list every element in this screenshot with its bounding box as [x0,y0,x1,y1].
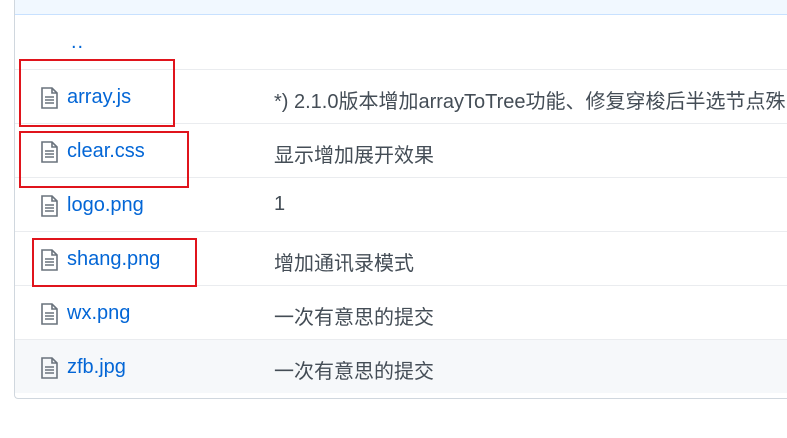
file-text-icon [39,303,59,325]
file-name-link[interactable]: zfb.jpg [67,356,126,379]
file-list-header [15,0,787,15]
commit-message[interactable]: 增加通讯录模式 [274,247,414,276]
file-text-icon [39,87,59,109]
file-list-panel: .. array.js *) 2.1.0版本增加arrayToTree功能、修复… [14,0,787,399]
file-name-link[interactable]: clear.css [67,140,145,163]
file-row-clear-css[interactable]: clear.css 显示增加展开效果 [15,123,787,177]
file-name-link[interactable]: array.js [67,86,131,109]
parent-directory-row[interactable]: .. [15,15,787,69]
file-name-link[interactable]: logo.png [67,194,144,217]
file-name-link[interactable]: shang.png [67,248,160,271]
file-row-logo-png[interactable]: logo.png 1 [15,177,787,231]
commit-message[interactable]: 一次有意思的提交 [274,355,434,384]
commit-message[interactable]: 1 [274,193,285,216]
file-text-icon [39,357,59,379]
file-text-icon [39,195,59,217]
file-row-wx-png[interactable]: wx.png 一次有意思的提交 [15,285,787,339]
file-text-icon [39,249,59,271]
file-row-shang-png[interactable]: shang.png 增加通讯录模式 [15,231,787,285]
file-name-link[interactable]: wx.png [67,302,130,325]
file-row-array-js[interactable]: array.js *) 2.1.0版本增加arrayToTree功能、修复穿梭后… [15,69,787,123]
file-text-icon [39,141,59,163]
commit-message[interactable]: 显示增加展开效果 [274,139,434,168]
file-row-zfb-jpg[interactable]: zfb.jpg 一次有意思的提交 [15,339,787,393]
commit-message[interactable]: 一次有意思的提交 [274,301,434,330]
parent-directory-link[interactable]: .. [71,31,84,54]
commit-message[interactable]: *) 2.1.0版本增加arrayToTree功能、修复穿梭后半选节点殊 [274,85,786,114]
